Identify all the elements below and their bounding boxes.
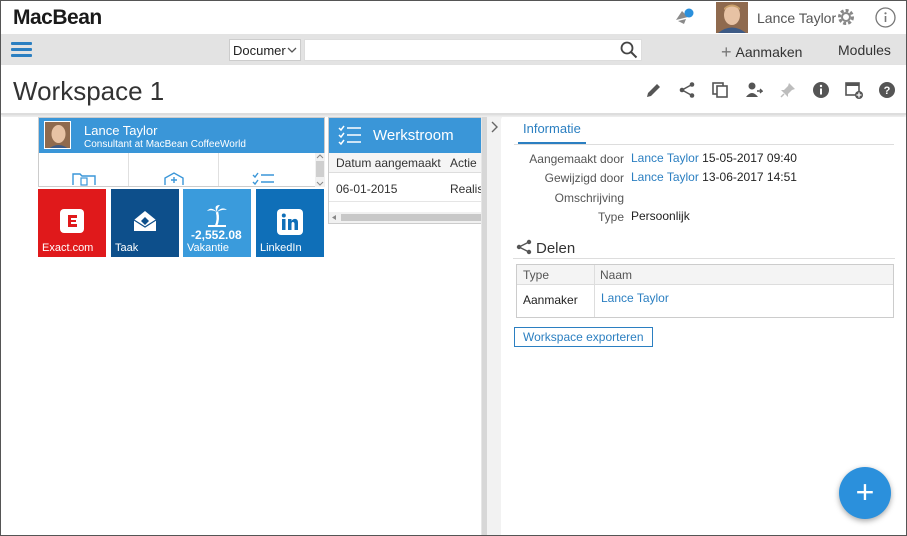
tile-vacation-value: -2,552.08 bbox=[191, 228, 242, 242]
task-envelope-icon bbox=[164, 172, 184, 185]
profile-card-header[interactable]: Lance Taylor Consultant at MacBean Coffe… bbox=[39, 118, 324, 153]
created-by-label: Aangemaakt door bbox=[529, 152, 624, 166]
share-col-type[interactable]: Type bbox=[523, 268, 549, 282]
created-at: 15-05-2017 09:40 bbox=[702, 151, 797, 165]
help-icon[interactable]: ? bbox=[878, 81, 896, 99]
quick-documents-button[interactable] bbox=[39, 153, 129, 186]
widgets-pane: Lance Taylor Consultant at MacBean Coffe… bbox=[1, 117, 484, 535]
quick-checklist-button[interactable] bbox=[219, 153, 315, 186]
plus-icon: + bbox=[855, 474, 875, 510]
share-row-name-link[interactable]: Lance Taylor bbox=[601, 291, 669, 305]
modules-button[interactable]: Modules bbox=[838, 42, 891, 58]
share-col-name[interactable]: Naam bbox=[600, 268, 632, 282]
plus-icon: + bbox=[721, 42, 732, 62]
checklist-icon bbox=[252, 172, 274, 186]
profile-subtitle: Consultant at MacBean CoffeeWorld bbox=[84, 139, 246, 150]
search-scope-select[interactable]: Documer bbox=[229, 39, 301, 61]
add-widget-icon[interactable] bbox=[845, 81, 863, 99]
share-icon bbox=[516, 239, 532, 255]
workflow-card-header[interactable]: Werkstroom bbox=[329, 118, 483, 153]
create-label: Aanmaken bbox=[735, 44, 803, 60]
menu-hamburger-icon[interactable] bbox=[11, 42, 32, 58]
column-header-action[interactable]: Actie bbox=[450, 156, 477, 170]
notification-bell-icon[interactable] bbox=[673, 7, 695, 27]
copy-icon[interactable] bbox=[711, 81, 729, 99]
profile-avatar bbox=[44, 121, 71, 149]
main-toolbar: Documer + Aanmaken Modules bbox=[1, 34, 906, 65]
details-info-icon[interactable] bbox=[812, 81, 830, 99]
edit-pencil-icon[interactable] bbox=[645, 81, 663, 99]
export-workspace-button[interactable]: Workspace exporteren bbox=[514, 327, 653, 347]
chevron-down-icon bbox=[287, 47, 297, 53]
user-name[interactable]: Lance Taylor bbox=[757, 10, 836, 26]
page-title: Workspace 1 bbox=[13, 76, 165, 106]
tile-exact-label: Exact.com bbox=[42, 242, 94, 254]
exact-logo-icon bbox=[60, 209, 84, 233]
description-label: Omschrijving bbox=[554, 191, 624, 205]
workspace-header: Workspace 1 ? bbox=[1, 65, 906, 115]
modified-by-row: Gewijzigd door Lance Taylor 13-06-2017 1… bbox=[502, 170, 902, 188]
type-row: Type Persoonlijk bbox=[502, 209, 902, 227]
modified-by-label: Gewijzigd door bbox=[544, 171, 624, 185]
created-by-row: Aangemaakt door Lance Taylor 15-05-2017 … bbox=[502, 151, 902, 169]
tile-linkedin[interactable]: LinkedIn bbox=[256, 189, 324, 257]
app-logo[interactable]: MacBean bbox=[13, 6, 102, 30]
share-divider bbox=[513, 258, 895, 259]
description-row: Omschrijving bbox=[502, 190, 902, 208]
created-by-user-link[interactable]: Lance Taylor bbox=[631, 151, 699, 165]
column-header-date[interactable]: Datum aangemaakt bbox=[336, 156, 441, 170]
tile-exact[interactable]: Exact.com bbox=[38, 189, 106, 257]
user-avatar[interactable] bbox=[716, 2, 748, 33]
tile-vacation-label: Vakantie bbox=[187, 242, 229, 254]
share-section-title: Delen bbox=[516, 237, 575, 257]
search-scope-value: Documer bbox=[233, 43, 286, 58]
tile-task-label: Taak bbox=[115, 242, 139, 254]
table-row[interactable]: 06-01-2015 Realise bbox=[329, 174, 483, 202]
quick-task-button[interactable] bbox=[129, 153, 219, 186]
pane-splitter[interactable] bbox=[481, 117, 501, 535]
workflow-title: Werkstroom bbox=[373, 127, 454, 144]
share-table: Type Naam Aanmaker Lance Taylor bbox=[516, 264, 894, 318]
chevron-right-icon[interactable] bbox=[489, 121, 499, 133]
workflow-row-action: Realise bbox=[450, 182, 483, 196]
workflow-checklist-icon bbox=[338, 125, 361, 145]
svg-text:?: ? bbox=[884, 85, 891, 97]
assign-user-icon[interactable] bbox=[745, 81, 763, 99]
search-input[interactable] bbox=[304, 39, 642, 61]
type-label: Type bbox=[597, 210, 624, 224]
profile-name: Lance Taylor bbox=[84, 123, 158, 138]
tile-vacation[interactable]: -2,552.08 Vakantie bbox=[183, 189, 251, 257]
share-row-type: Aanmaker bbox=[523, 293, 578, 307]
workflow-horizontal-scrollbar[interactable] bbox=[329, 212, 483, 223]
task-icon bbox=[133, 211, 157, 231]
modified-at: 13-06-2017 14:51 bbox=[702, 170, 797, 184]
tab-divider bbox=[514, 144, 894, 145]
type-value: Persoonlijk bbox=[631, 209, 690, 223]
profile-card: Lance Taylor Consultant at MacBean Coffe… bbox=[38, 117, 325, 187]
pin-icon[interactable] bbox=[779, 81, 797, 99]
search-icon[interactable] bbox=[620, 41, 638, 59]
modified-by-user-link[interactable]: Lance Taylor bbox=[631, 170, 699, 184]
share-table-header: Type Naam bbox=[517, 265, 893, 285]
top-bar: MacBean Lance Taylor bbox=[1, 1, 906, 34]
tile-task[interactable]: Taak bbox=[111, 189, 179, 257]
add-fab-button[interactable]: + bbox=[839, 467, 891, 519]
info-icon[interactable] bbox=[875, 7, 896, 28]
workflow-row-date: 06-01-2015 bbox=[336, 182, 398, 196]
workflow-card: Werkstroom Datum aangemaakt Actie 06-01-… bbox=[328, 117, 484, 224]
share-icon[interactable] bbox=[678, 81, 696, 99]
share-title-text: Delen bbox=[536, 240, 576, 257]
linkedin-icon bbox=[277, 209, 303, 235]
app-frame: MacBean Lance Taylor Documer + Aanmaken … bbox=[0, 0, 907, 536]
workflow-table-header: Datum aangemaakt Actie bbox=[329, 153, 483, 173]
tab-information[interactable]: Informatie bbox=[518, 121, 586, 144]
palm-tree-icon bbox=[207, 205, 227, 227]
folder-icon bbox=[72, 173, 96, 186]
create-button[interactable]: + Aanmaken bbox=[721, 41, 802, 62]
settings-gear-icon[interactable] bbox=[836, 7, 856, 27]
tile-linkedin-label: LinkedIn bbox=[260, 242, 302, 254]
profile-card-scrollbar[interactable] bbox=[315, 153, 325, 187]
details-pane: Informatie Aangemaakt door Lance Taylor … bbox=[502, 117, 906, 535]
